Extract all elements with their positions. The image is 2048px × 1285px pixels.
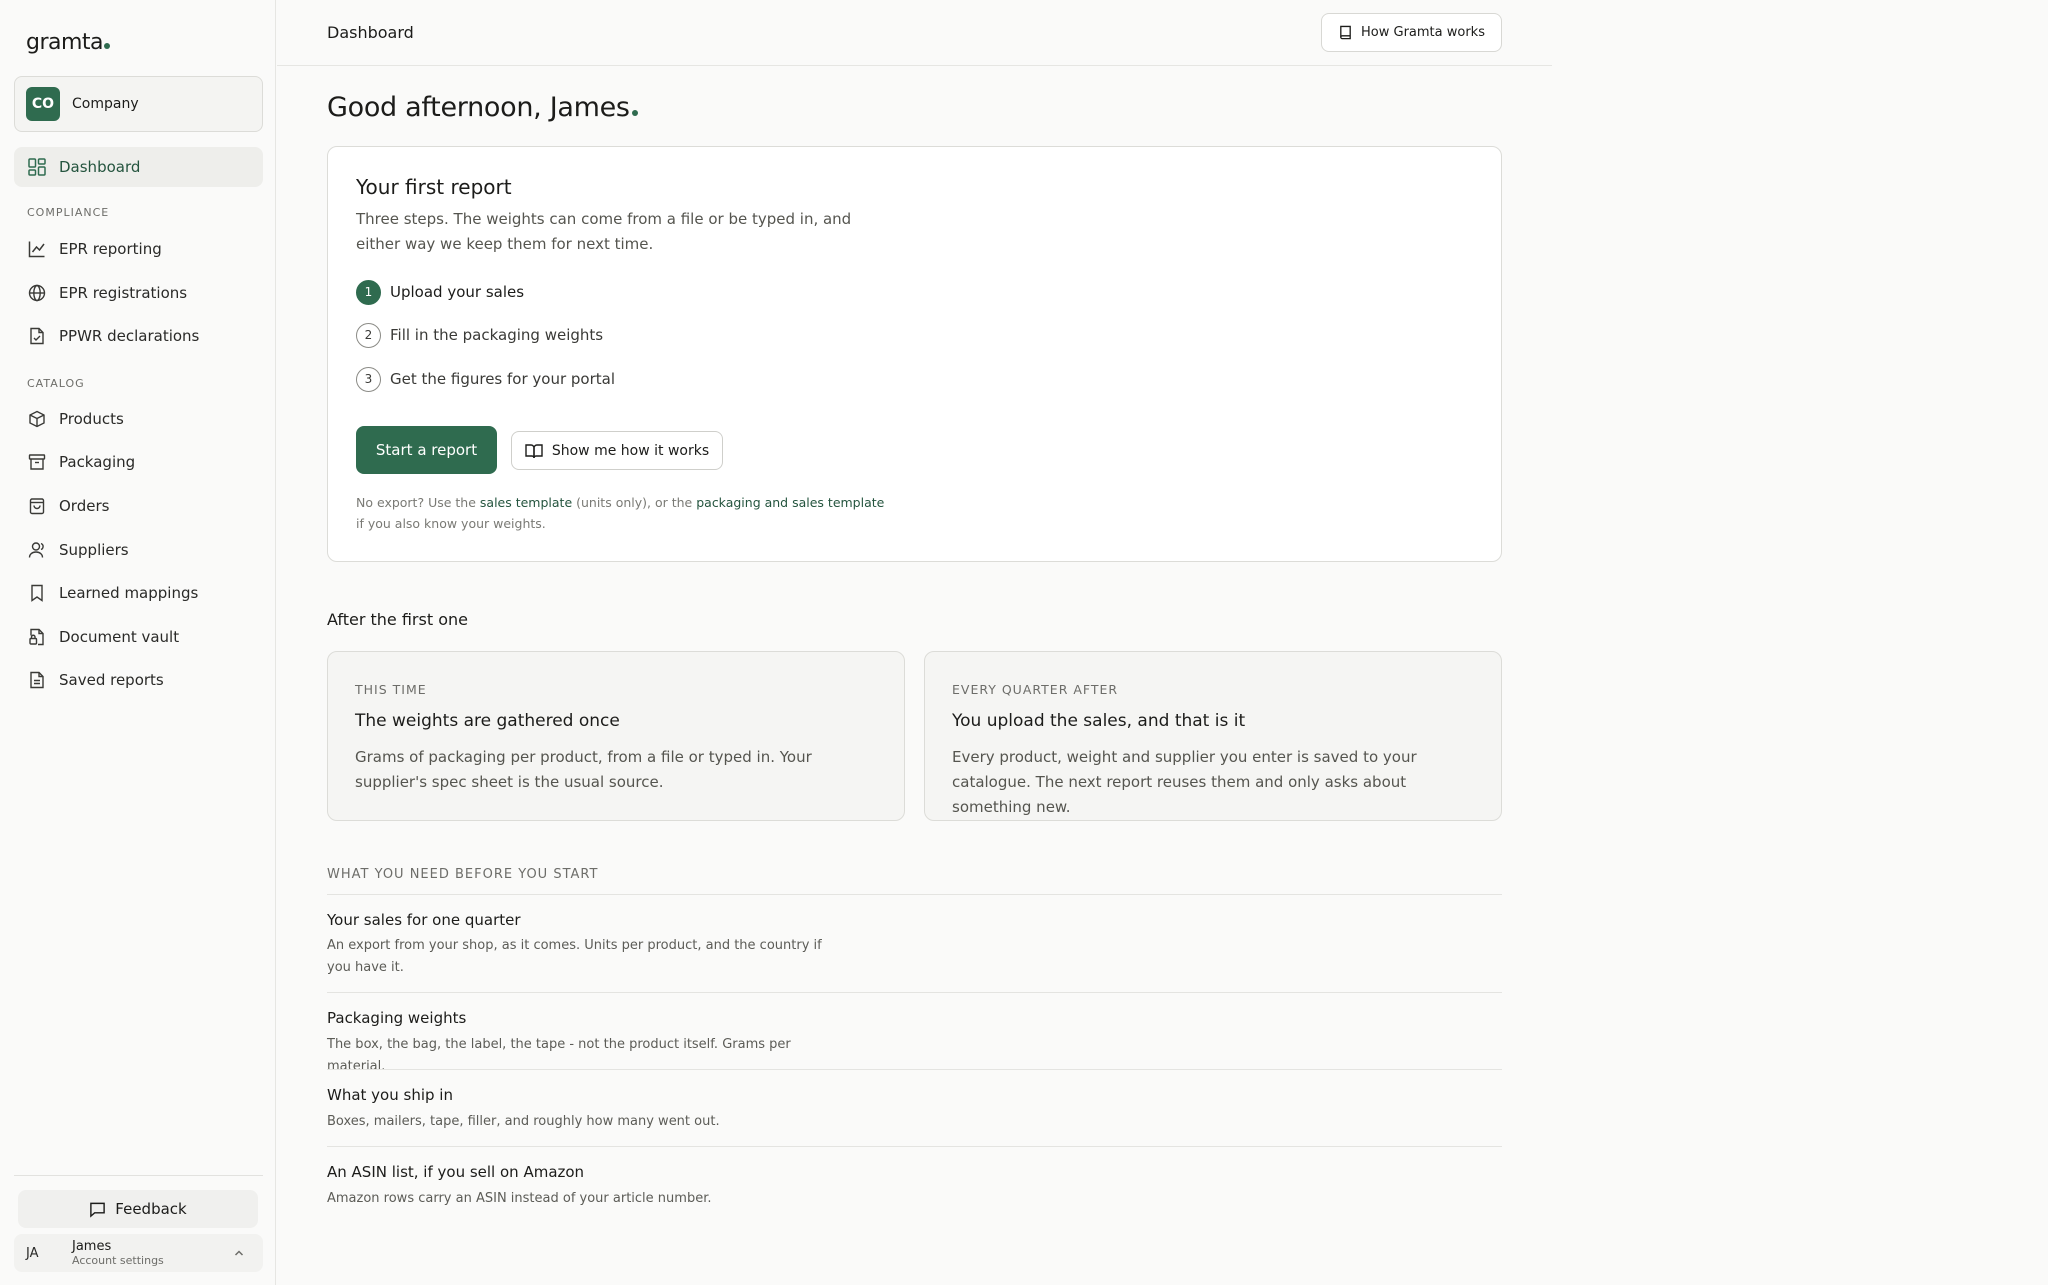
step-number-badge: 1	[356, 279, 381, 305]
sidebar-item-saved-reports[interactable]: Saved reports	[14, 660, 263, 700]
page-title: Dashboard	[327, 23, 414, 42]
dashboard-grid-icon	[27, 157, 47, 177]
sidebar-item-document-vault[interactable]: Document vault	[14, 617, 263, 657]
sidebar-item-label: PPWR declarations	[59, 327, 200, 345]
step-item: 1 Upload your sales	[356, 279, 524, 305]
info-card-eyebrow: THIS TIME	[355, 682, 427, 697]
chart-line-icon	[27, 239, 47, 259]
requirement-title: Your sales for one quarter	[327, 911, 521, 929]
step-item: 2 Fill in the packaging weights	[356, 322, 603, 348]
show-how-it-works-button[interactable]: Show me how it works	[511, 431, 723, 470]
sidebar-item-packaging[interactable]: Packaging	[14, 442, 263, 482]
organization-switcher[interactable]: CO Company	[14, 76, 263, 132]
divider	[327, 894, 1502, 895]
greeting-heading: Good afternoon, James	[327, 92, 638, 123]
sidebar-item-learned-mappings[interactable]: Learned mappings	[14, 573, 263, 613]
logo-dot	[104, 43, 111, 49]
info-card-title: The weights are gathered once	[355, 711, 620, 731]
catalog-heading: CATALOG	[27, 377, 85, 390]
book-icon	[1338, 25, 1353, 40]
file-text-icon	[27, 670, 47, 690]
sidebar-item-epr-reporting[interactable]: EPR reporting	[14, 229, 263, 269]
step-number-badge: 3	[356, 366, 381, 392]
requirement-description: Amazon rows carry an ASIN instead of you…	[327, 1191, 712, 1206]
sidebar: gramta CO Company Dashboard COMPLIANCE E…	[0, 0, 276, 1285]
sidebar-item-label: Packaging	[59, 453, 136, 471]
divider	[327, 1069, 1502, 1070]
feedback-button[interactable]: Feedback	[18, 1190, 258, 1228]
sidebar-item-label: Document vault	[59, 628, 180, 646]
sidebar-item-label: Learned mappings	[59, 584, 199, 602]
account-settings-label: Account settings	[72, 1254, 164, 1267]
sidebar-item-suppliers[interactable]: Suppliers	[14, 530, 263, 570]
requirement-description: The box, the bag, the label, the tape - …	[327, 1037, 791, 1074]
info-card-description: Every product, weight and supplier you e…	[952, 748, 1417, 816]
sidebar-item-label: EPR registrations	[59, 284, 188, 302]
info-card-description: Grams of packaging per product, from a f…	[355, 748, 812, 791]
compliance-heading: COMPLIANCE	[27, 206, 110, 219]
sidebar-item-label: Dashboard	[59, 158, 141, 176]
sidebar-item-label: Orders	[59, 497, 110, 515]
first-report-card: Your first report Three steps. The weigh…	[327, 146, 1502, 562]
divider	[327, 992, 1502, 993]
start-report-button[interactable]: Start a report	[356, 426, 497, 474]
app-logo[interactable]: gramta	[26, 30, 111, 55]
divider	[327, 1146, 1502, 1147]
sidebar-item-epr-registrations[interactable]: EPR registrations	[14, 273, 263, 313]
bookmark-icon	[27, 583, 47, 603]
file-check-icon	[27, 326, 47, 346]
step-number-badge: 2	[356, 322, 381, 348]
step-label: Fill in the packaging weights	[390, 326, 604, 344]
org-avatar: CO	[26, 87, 60, 121]
sidebar-item-orders[interactable]: Orders	[14, 486, 263, 526]
info-card-eyebrow: EVERY QUARTER AFTER	[952, 682, 1119, 697]
globe-icon	[27, 283, 47, 303]
requirement-description: Boxes, mailers, tape, filler, and roughl…	[327, 1114, 720, 1129]
account-menu[interactable]: JA James Account settings	[14, 1234, 263, 1272]
sidebar-divider	[14, 1175, 263, 1176]
sidebar-item-ppwr-declarations[interactable]: PPWR declarations	[14, 316, 263, 356]
sidebar-item-products[interactable]: Products	[14, 399, 263, 439]
top-bar: Dashboard How Gramta works	[277, 0, 1552, 66]
sidebar-item-label: Suppliers	[59, 541, 129, 559]
org-name: Company	[72, 96, 139, 112]
requirement-title: An ASIN list, if you sell on Amazon	[327, 1163, 585, 1181]
box-icon	[27, 409, 47, 429]
chevron-up-icon	[233, 1247, 245, 1259]
sidebar-item-label: Products	[59, 410, 124, 428]
how-gramta-works-button[interactable]: How Gramta works	[1321, 13, 1502, 52]
info-card-this-time: THIS TIME The weights are gathered once …	[327, 651, 905, 821]
requirements-heading: WHAT YOU NEED BEFORE YOU START	[327, 867, 599, 882]
after-first-heading: After the first one	[327, 610, 468, 629]
requirement-title: What you ship in	[327, 1086, 453, 1104]
shopping-bag-icon	[27, 496, 47, 516]
step-item: 3 Get the figures for your portal	[356, 366, 615, 392]
open-book-icon	[525, 443, 543, 459]
message-icon	[89, 1201, 106, 1218]
file-lock-icon	[27, 627, 47, 647]
archive-icon	[27, 452, 47, 472]
step-label: Upload your sales	[390, 283, 525, 301]
how-gramta-works-label: How Gramta works	[1361, 25, 1485, 40]
sidebar-item-label: Saved reports	[59, 671, 164, 689]
sales-template-link[interactable]: sales template	[480, 495, 572, 510]
requirement-title: Packaging weights	[327, 1009, 467, 1027]
template-note: No export? Use the sales template (units…	[356, 495, 885, 531]
first-report-title: Your first report	[356, 175, 512, 199]
packaging-sales-template-link[interactable]: packaging and sales template	[696, 495, 884, 510]
sidebar-item-dashboard[interactable]: Dashboard	[14, 147, 263, 187]
feedback-label: Feedback	[115, 1200, 187, 1218]
sidebar-item-label: EPR reporting	[59, 240, 162, 258]
greeting-dot	[631, 110, 638, 116]
user-icon	[27, 540, 47, 560]
show-how-it-works-label: Show me how it works	[551, 442, 710, 459]
info-card-title: You upload the sales, and that is it	[952, 711, 1246, 731]
avatar: JA	[26, 1245, 39, 1261]
step-label: Get the figures for your portal	[390, 370, 616, 388]
first-report-description: Three steps. The weights can come from a…	[356, 210, 852, 253]
info-card-every-quarter: EVERY QUARTER AFTER You upload the sales…	[924, 651, 1502, 821]
user-name: James	[72, 1239, 112, 1254]
requirement-description: An export from your shop, as it comes. U…	[327, 938, 822, 975]
